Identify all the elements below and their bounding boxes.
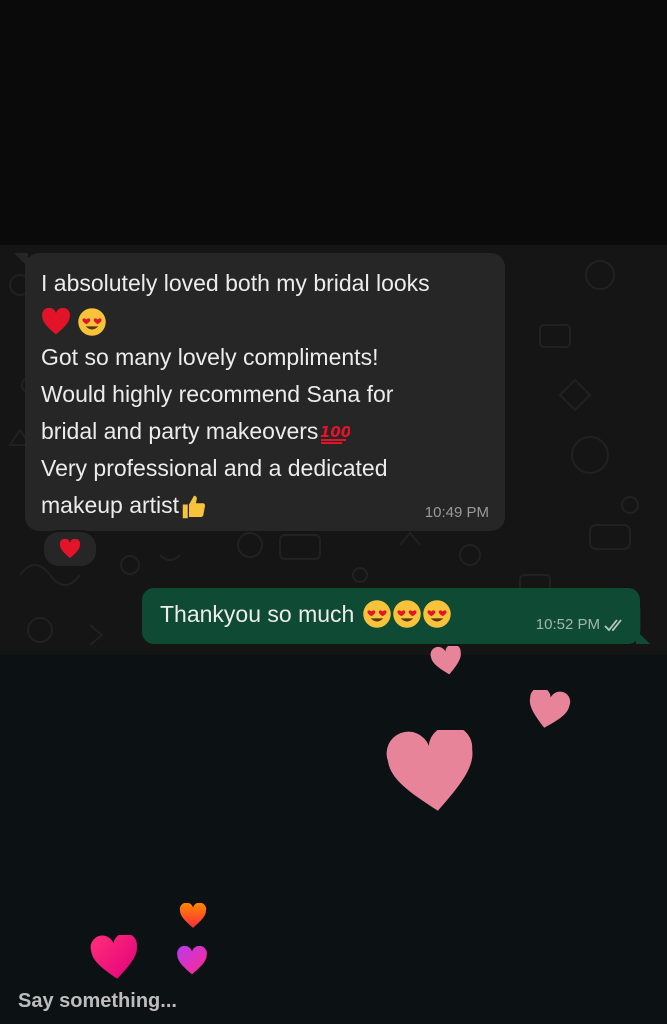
heart-reaction-icon: [59, 539, 81, 559]
heart-eyes-emoji-icon: [423, 600, 452, 628]
top-blank-area: [0, 0, 667, 245]
message-line: Very professional and a dedicated: [41, 455, 388, 481]
message-text: makeup artist: [41, 492, 180, 518]
outgoing-message-text-row: Thankyou so much: [160, 598, 452, 630]
message-line: I absolutely loved both my bridal looks: [41, 270, 430, 296]
orange-heart-icon: [179, 903, 207, 928]
message-text: bridal and party makeovers: [41, 418, 319, 444]
double-check-read-icon: [604, 619, 622, 632]
thumbs-up-icon: [182, 495, 206, 519]
svg-text:100: 100: [320, 423, 350, 441]
hundred-points-icon: 100: [320, 423, 350, 444]
outgoing-message-bubble[interactable]: Thankyou so much 10:52 PM: [142, 588, 650, 644]
red-heart-icon: [42, 307, 70, 335]
message-line: Got so many lovely compliments!: [41, 344, 379, 370]
heart-eyes-emoji-icon: [363, 600, 392, 628]
outgoing-message-text: Thankyou so much: [160, 601, 355, 627]
heart-eyes-emoji-icon: [393, 600, 422, 628]
message-line: Would highly recommend Sana for: [41, 381, 394, 407]
floating-heart-icon: [529, 690, 571, 728]
emoji-line: [41, 302, 489, 339]
message-timestamp: 10:52 PM: [535, 616, 600, 633]
pink-heart-icon: [90, 935, 137, 979]
message-timestamp: 10:49 PM: [424, 504, 489, 521]
purple-heart-icon: [177, 946, 207, 975]
message-line: makeup artist: [41, 487, 489, 524]
incoming-message-bubble[interactable]: I absolutely loved both my bridal looks …: [14, 253, 505, 531]
reaction-badge[interactable]: [42, 530, 98, 568]
story-reply-input[interactable]: Say something...: [18, 990, 177, 1013]
floating-heart-icon: [386, 730, 473, 811]
floating-heart-icon: [430, 646, 461, 675]
heart-eyes-emoji-icon: [78, 308, 107, 336]
message-line: bridal and party makeovers 100: [41, 413, 489, 450]
